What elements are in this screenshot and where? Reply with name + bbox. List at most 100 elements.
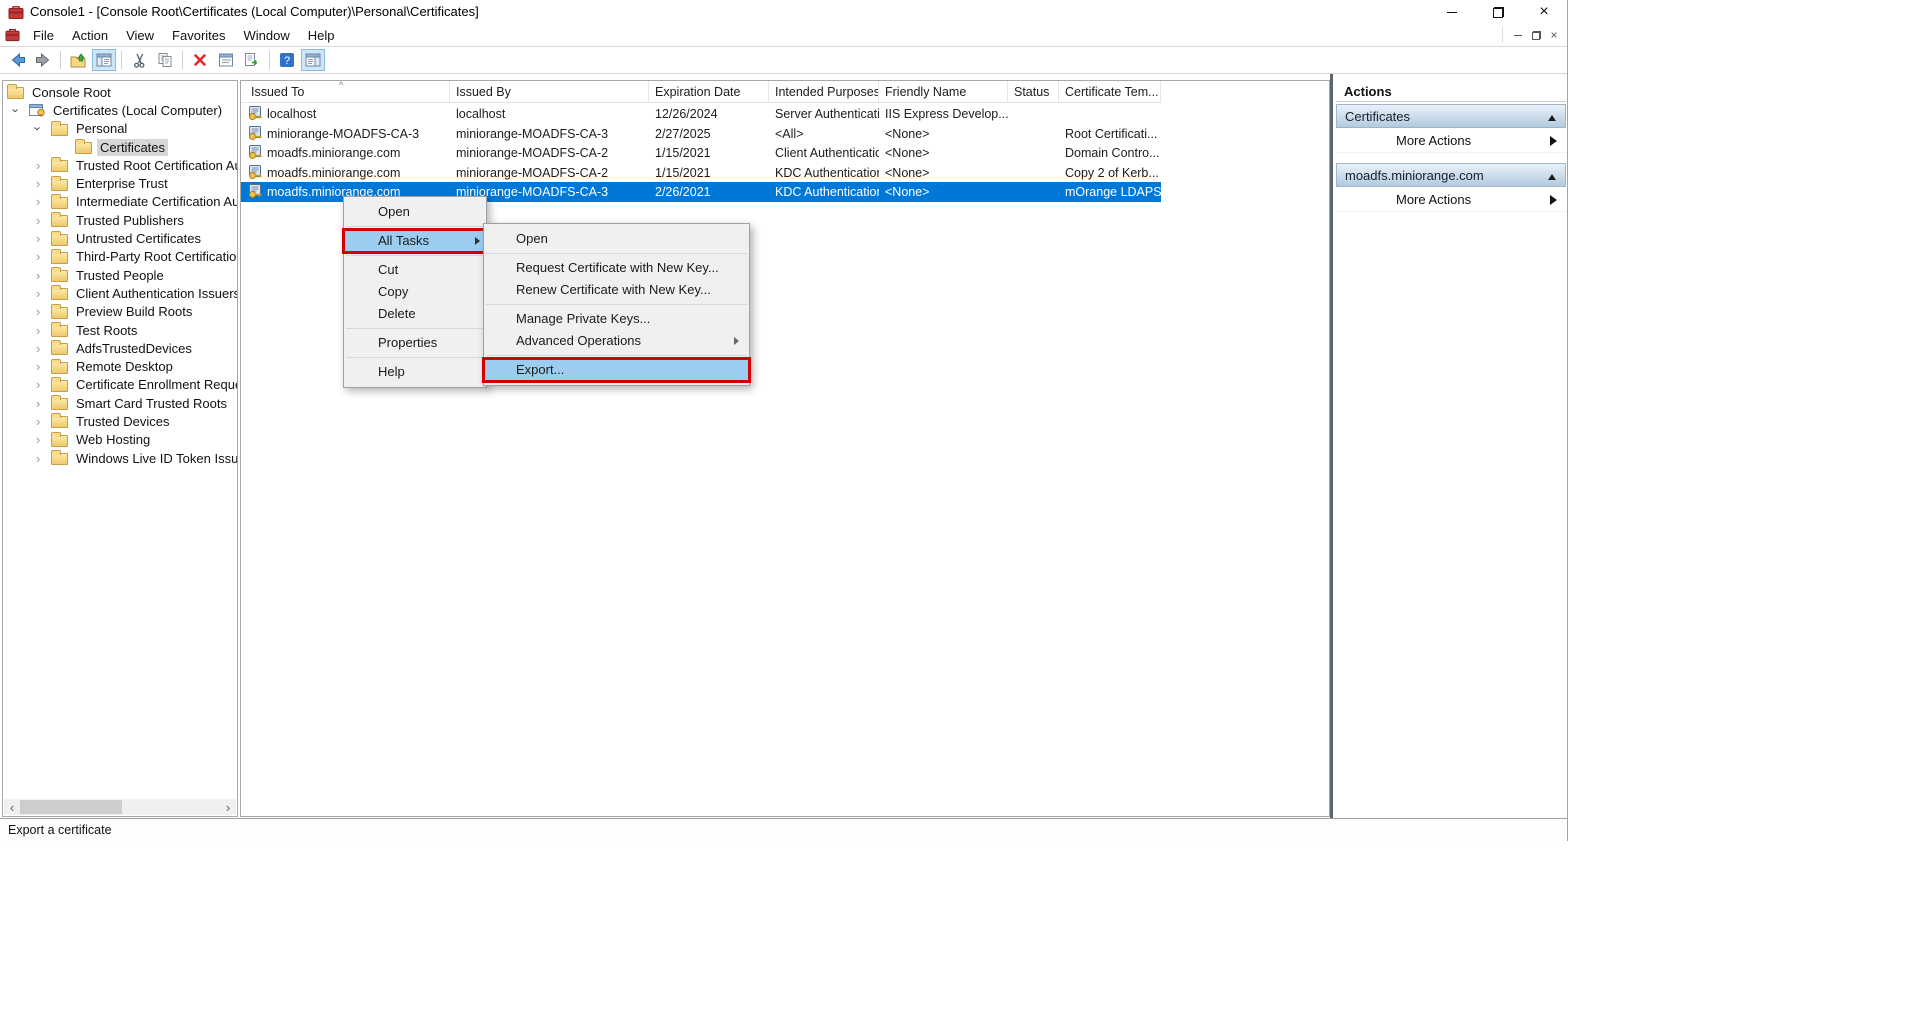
certificate-row[interactable]: miniorange-MOADFS-CA-3miniorange-MOADFS-…	[241, 124, 1161, 144]
certificate-row[interactable]: moadfs.miniorange.comminiorange-MOADFS-C…	[241, 143, 1161, 163]
menu-view[interactable]: View	[117, 25, 163, 46]
chevron-collapsed-icon[interactable]: ›	[33, 359, 51, 374]
show-hide-console-tree-button[interactable]	[92, 49, 116, 71]
chevron-expanded-icon[interactable]: ›	[33, 121, 51, 136]
chevron-collapsed-icon[interactable]: ›	[33, 432, 51, 447]
certificate-row[interactable]: localhostlocalhost12/26/2024Server Authe…	[241, 104, 1161, 124]
collapse-icon[interactable]	[1548, 174, 1556, 180]
tree-item-trusted-people[interactable]: ›Trusted People	[3, 266, 237, 284]
column-header-intended-purposes[interactable]: Intended Purposes	[769, 81, 879, 103]
close-button[interactable]: ×	[1521, 0, 1567, 24]
forward-button[interactable]	[31, 49, 55, 71]
submenu-item-renew-certificate[interactable]: Renew Certificate with New Key...	[484, 279, 749, 301]
column-header-issued-to[interactable]: Issued To	[241, 81, 450, 103]
actions-section-certificates[interactable]: Certificates	[1336, 104, 1566, 128]
submenu-item-manage-private-keys[interactable]: Manage Private Keys...	[484, 308, 749, 330]
chevron-collapsed-icon[interactable]: ›	[33, 231, 51, 246]
menu-action[interactable]: Action	[63, 25, 117, 46]
tree-item-certificate-enrollment-requests[interactable]: ›Certificate Enrollment Requests	[3, 376, 237, 394]
chevron-collapsed-icon[interactable]: ›	[33, 304, 51, 319]
tree-item-certificates-local-computer[interactable]: ›Certificates (Local Computer)	[3, 101, 237, 119]
back-button[interactable]	[5, 49, 29, 71]
tree-item-web-hosting[interactable]: ›Web Hosting	[3, 431, 237, 449]
actions-section-moadfs[interactable]: moadfs.miniorange.com	[1336, 163, 1566, 187]
more-actions-moadfs[interactable]: More Actions	[1336, 187, 1566, 212]
child-restore-button[interactable]	[1527, 26, 1545, 44]
folder-icon	[51, 453, 68, 465]
tree-item-personal[interactable]: ›Personal	[3, 120, 237, 138]
submenu-item-advanced-operations[interactable]: Advanced Operations	[484, 330, 749, 352]
ctx-item-copy[interactable]: Copy	[344, 281, 486, 303]
child-minimize-button[interactable]	[1509, 26, 1527, 44]
chevron-collapsed-icon[interactable]: ›	[33, 377, 51, 392]
tree-item-trusted-publishers[interactable]: ›Trusted Publishers	[3, 211, 237, 229]
pane-divider[interactable]	[1330, 74, 1333, 818]
certificate-row[interactable]: moadfs.miniorange.comminiorange-MOADFS-C…	[241, 163, 1161, 183]
chevron-collapsed-icon[interactable]: ›	[33, 396, 51, 411]
tree-item-client-authentication-issuers[interactable]: ›Client Authentication Issuers	[3, 284, 237, 302]
tree-item-trusted-devices[interactable]: ›Trusted Devices	[3, 412, 237, 430]
ctx-item-all-tasks[interactable]: All Tasks	[344, 230, 486, 252]
ctx-item-delete[interactable]: Delete	[344, 303, 486, 325]
delete-button[interactable]	[188, 49, 212, 71]
submenu-item-open[interactable]: Open	[484, 228, 749, 250]
scroll-right-icon[interactable]: ›	[220, 799, 236, 815]
tree-item-third-party-root-certification-authorities[interactable]: ›Third-Party Root Certification Au	[3, 248, 237, 266]
copy-button[interactable]	[153, 49, 177, 71]
ctx-item-properties[interactable]: Properties	[344, 332, 486, 354]
tree-item-test-roots[interactable]: ›Test Roots	[3, 321, 237, 339]
chevron-collapsed-icon[interactable]: ›	[33, 341, 51, 356]
tree-item-smart-card-trusted-roots[interactable]: ›Smart Card Trusted Roots	[3, 394, 237, 412]
tree-item-untrusted-certificates[interactable]: ›Untrusted Certificates	[3, 229, 237, 247]
chevron-collapsed-icon[interactable]: ›	[33, 249, 51, 264]
tree-item-certificates[interactable]: Certificates	[3, 138, 237, 156]
tree-item-remote-desktop[interactable]: ›Remote Desktop	[3, 357, 237, 375]
chevron-collapsed-icon[interactable]: ›	[33, 213, 51, 228]
tree-item-enterprise-trust[interactable]: ›Enterprise Trust	[3, 174, 237, 192]
tree-item-intermediate-certification-authorities[interactable]: ›Intermediate Certification Autho	[3, 193, 237, 211]
menu-file[interactable]: File	[24, 25, 63, 46]
column-header-certificate-template[interactable]: Certificate Tem...	[1059, 81, 1161, 103]
properties-button[interactable]	[214, 49, 238, 71]
tree-item-adfstrusteddevices[interactable]: ›AdfsTrustedDevices	[3, 339, 237, 357]
tree-item-trusted-root-certification-authorities[interactable]: ›Trusted Root Certification Autho	[3, 156, 237, 174]
minimize-button[interactable]	[1429, 0, 1475, 24]
chevron-collapsed-icon[interactable]: ›	[33, 323, 51, 338]
chevron-collapsed-icon[interactable]: ›	[33, 414, 51, 429]
restore-button[interactable]	[1475, 0, 1521, 24]
show-hide-action-pane-button[interactable]	[301, 49, 325, 71]
collapse-icon[interactable]	[1548, 115, 1556, 121]
menu-favorites[interactable]: Favorites	[163, 25, 234, 46]
folder-icon	[51, 398, 68, 410]
chevron-collapsed-icon[interactable]: ›	[33, 268, 51, 283]
chevron-expanded-icon[interactable]: ›	[11, 103, 29, 118]
ctx-item-open[interactable]: Open	[344, 201, 486, 223]
tree-item-console-root[interactable]: Console Root	[3, 83, 237, 101]
submenu-item-request-certificate[interactable]: Request Certificate with New Key...	[484, 257, 749, 279]
column-header-expiration-date[interactable]: Expiration Date	[649, 81, 769, 103]
scrollbar-thumb[interactable]	[20, 800, 122, 814]
column-header-issued-by[interactable]: Issued By	[450, 81, 649, 103]
chevron-collapsed-icon[interactable]: ›	[33, 194, 51, 209]
up-one-level-button[interactable]	[66, 49, 90, 71]
chevron-collapsed-icon[interactable]: ›	[33, 176, 51, 191]
export-list-button[interactable]	[240, 49, 264, 71]
tree-item-windows-live-id-token-issuer[interactable]: ›Windows Live ID Token Issuer	[3, 449, 237, 467]
scroll-left-icon[interactable]: ‹	[4, 799, 20, 815]
more-actions-certificates[interactable]: More Actions	[1336, 128, 1566, 153]
column-header-status[interactable]: Status	[1008, 81, 1059, 103]
menu-help[interactable]: Help	[299, 25, 344, 46]
chevron-collapsed-icon[interactable]: ›	[33, 158, 51, 173]
help-button[interactable]: ?	[275, 49, 299, 71]
tree-horizontal-scrollbar[interactable]: ‹ ›	[4, 799, 236, 815]
child-close-button[interactable]: ×	[1545, 26, 1563, 44]
menu-window[interactable]: Window	[235, 25, 299, 46]
tree-item-preview-build-roots[interactable]: ›Preview Build Roots	[3, 303, 237, 321]
chevron-collapsed-icon[interactable]: ›	[33, 286, 51, 301]
submenu-item-export[interactable]: Export...	[484, 359, 749, 381]
chevron-collapsed-icon[interactable]: ›	[33, 451, 51, 466]
column-header-friendly-name[interactable]: Friendly Name	[879, 81, 1008, 103]
ctx-item-cut[interactable]: Cut	[344, 259, 486, 281]
ctx-item-help[interactable]: Help	[344, 361, 486, 383]
cut-button[interactable]	[127, 49, 151, 71]
